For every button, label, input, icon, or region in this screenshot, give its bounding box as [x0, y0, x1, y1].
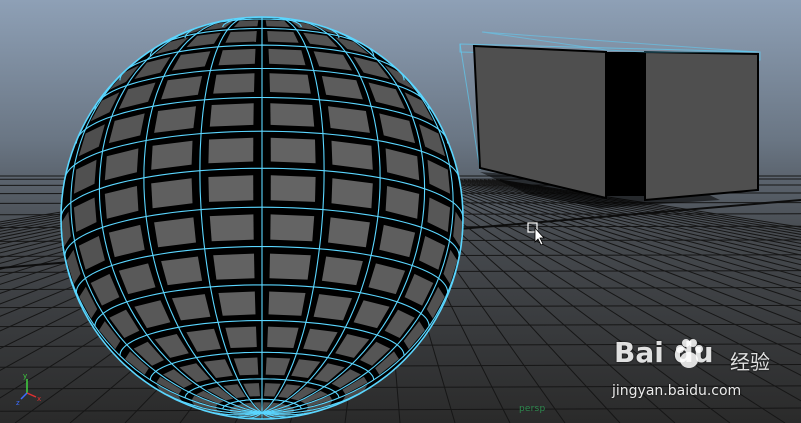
watermark-cn-text: 经验 — [730, 350, 770, 374]
paw-icon — [676, 339, 703, 368]
watermark-url: jingyan.baidu.com — [612, 383, 742, 399]
axis-x-label: x — [37, 395, 41, 403]
axis-y-label: y — [23, 372, 27, 380]
box-object — [459, 31, 761, 202]
watermark: Bai du 经验 jingyan.baidu.com — [612, 336, 792, 406]
axis-z-label: z — [16, 399, 20, 407]
3d-viewport[interactable]: y x z persp Bai du 经验 jingyan.baidu.com — [0, 0, 801, 423]
camera-label: persp — [519, 404, 546, 414]
sphere-object — [60, 16, 464, 420]
